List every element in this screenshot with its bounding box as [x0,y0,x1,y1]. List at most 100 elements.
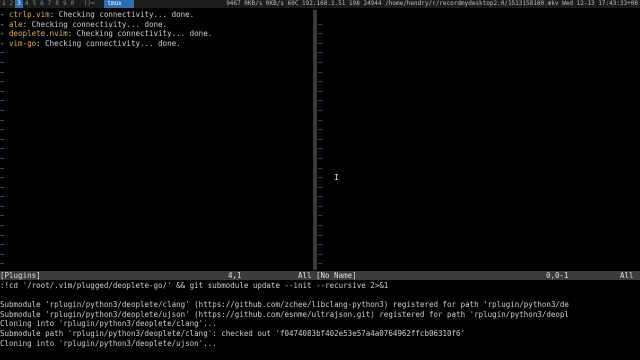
left-editor-pane[interactable]: - ctrlp.vim: Checking connectivity... do… [0,10,312,270]
empty-line-tilde: ~ [318,29,323,39]
empty-line-tilde: ~ [318,134,323,144]
right-cursor-position: 0,0-1 [546,271,569,280]
workspace-3[interactable]: 3 [15,0,23,8]
empty-buffer-line [318,10,640,20]
command-output-line: Cloning into 'rplugin/python3/deoplete/u… [0,338,217,348]
vim-statusline: [Plugins] 4,1 All [No Name] 0,0-1 All [0,271,640,280]
bullet-dash: - [0,29,10,39]
empty-line-tilde: ~ [0,173,5,183]
mouse-cursor-icon: I [334,173,339,182]
bullet-dash: - [0,38,10,48]
empty-line-tilde: ~ [318,182,323,192]
workspace-9[interactable]: 9 [61,0,69,8]
empty-line-tilde: ~ [0,240,5,250]
empty-line-tilde: ~ [318,19,323,29]
empty-line-tilde: ~ [318,115,323,125]
workspace-0[interactable]: 0 [69,0,77,8]
empty-line-tilde: ~ [318,67,323,77]
empty-line-tilde: ~ [318,77,323,87]
plugin-status: : Checking connectivity... done. [67,29,213,39]
plugin-status: : Checking connectivity... done. [49,10,195,19]
empty-line-tilde: ~ [0,67,5,77]
empty-line-tilde: ~ [0,221,5,231]
empty-line-tilde: ~ [0,230,5,240]
empty-line-tilde: ~ [0,201,5,211]
empty-line-tilde: ~ [0,192,5,202]
command-output-line: Submodule 'rplugin/python3/deoplete/ujso… [0,309,569,319]
empty-line-tilde: ~ [0,153,5,163]
command-output-line: Cloning into 'rplugin/python3/deoplete/c… [0,319,217,329]
empty-line-tilde: ~ [318,221,323,231]
empty-line-tilde: ~ [0,134,5,144]
left-buffer-name: [Plugins] [0,271,41,280]
empty-line-tilde: ~ [318,96,323,106]
empty-line-tilde: ~ [318,57,323,67]
empty-line-tilde: ~ [318,38,323,48]
plugin-name: ale [9,19,23,29]
empty-line-tilde: ~ [0,86,5,96]
command-output-line [0,291,640,301]
empty-line-tilde: ~ [0,105,5,115]
empty-line-tilde: ~ [318,249,323,259]
empty-line-tilde: ~ [0,96,5,106]
workspace-2[interactable]: 2 [8,0,16,8]
workspace-5[interactable]: 5 [31,0,39,8]
system-status-text: 9467 0KB/s 0KB/s 60C 192.168.1.51 198 24… [226,0,638,7]
workspace-6[interactable]: 6 [38,0,46,8]
empty-line-tilde: ~ [318,201,323,211]
command-output-line: Submodule 'rplugin/python3/deoplete/clan… [0,300,569,310]
empty-line-tilde: ~ [318,125,323,135]
bullet-dash: - [0,19,10,29]
empty-line-tilde: ~ [0,57,5,67]
empty-line-tilde: ~ [0,125,5,135]
empty-line-tilde: ~ [318,105,323,115]
right-editor-pane[interactable]: ~ ~ ~ ~ ~ ~ ~ ~ ~ ~ ~ ~ ~ ~ ~ ~ ~ ~ ~ ~ ~ ~ ~ ~ ~ ~ [318,10,640,270]
right-scroll-indicator: All [620,271,634,280]
workspace-7[interactable]: 7 [46,0,54,8]
plugin-name: vim-go [9,38,37,48]
workspace-8[interactable]: 8 [53,0,61,8]
empty-line-tilde: ~ [0,77,5,87]
empty-line-tilde: ~ [0,211,5,221]
plugin-name: deoplete.nvim [9,29,68,39]
plugin-status: : Checking connectivity... done. [36,38,181,48]
empty-line-tilde: ~ [318,153,323,163]
empty-line-tilde: ~ [318,211,323,221]
left-cursor-position: 4,1 [228,271,242,280]
workspace-1[interactable]: 1 [0,0,8,8]
empty-line-tilde: ~ [318,240,323,250]
workspace-list: 1234567890 [0,0,76,8]
plugin-message-line: - vim-go: Checking connectivity... done. [0,39,312,49]
empty-line-tilde: ~ [318,144,323,154]
plugin-status: : Checking connectivity... done. [22,19,168,29]
bullet-dash: - [0,10,10,19]
empty-line-tilde: ~ [318,230,323,240]
empty-line-tilde: ~ [0,182,5,192]
empty-line-tilde: ~ [318,48,323,58]
window-title[interactable]: tmux [104,0,134,8]
plugin-name: ctrlp.vim [9,10,50,19]
vertical-split-divider[interactable] [313,10,317,270]
right-buffer-name: [No Name] [316,271,357,280]
empty-line-tilde: ~ [0,115,5,125]
empty-line-tilde: ~ [318,163,323,173]
plugin-message-line: - deoplete.nvim: Checking connectivity..… [0,29,312,39]
plugin-message-line: - ale: Checking connectivity... done. [0,20,312,30]
empty-line-tilde: ~ [0,259,5,269]
empty-line-tilde: ~ [0,144,5,154]
empty-line-tilde: ~ [0,163,5,173]
empty-line-tilde: ~ [318,259,323,269]
empty-line-tilde: ~ [0,249,5,259]
left-scroll-indicator: All [298,271,312,280]
empty-line-tilde: ~ [318,173,323,183]
top-status-bar: 1234567890 ()= tmux 9467 0KB/s 0KB/s 60C… [0,0,640,8]
empty-line-tilde: ~ [318,192,323,202]
workspace-4[interactable]: 4 [23,0,31,8]
empty-line-tilde: ~ [318,86,323,96]
layout-indicator: ()= [83,0,95,7]
command-output-area: :!cd '/root/.vim/plugged/deoplete-go/' &… [0,281,640,360]
command-output-line: Submodule path 'rplugin/python3/deoplete… [0,328,466,338]
plugin-message-line: - ctrlp.vim: Checking connectivity... do… [0,10,312,20]
empty-line-tilde: ~ [0,48,5,58]
command-line: :!cd '/root/.vim/plugged/deoplete-go/' &… [0,281,389,290]
